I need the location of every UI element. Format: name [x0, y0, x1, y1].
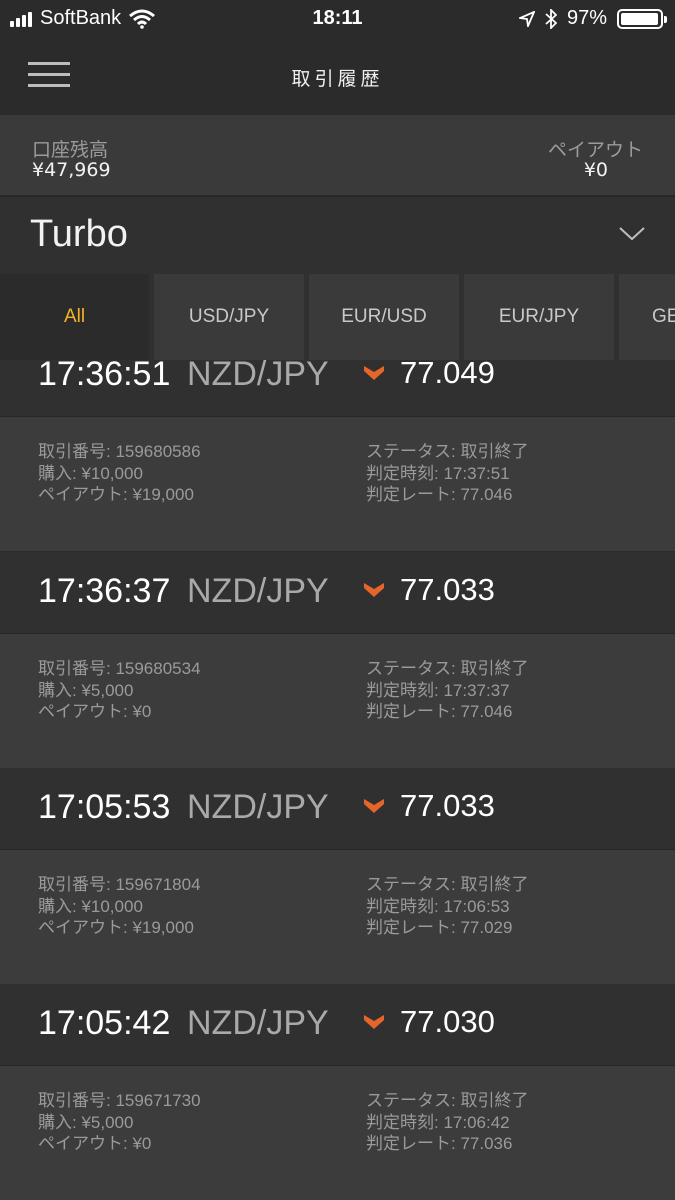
- tab-usd-jpy[interactable]: USD/JPY: [154, 274, 304, 360]
- trade-time: 17:36:51: [38, 360, 171, 393]
- battery-fill: [621, 12, 658, 25]
- payout-label: ペイアウト: [547, 139, 643, 161]
- location-arrow-icon: [518, 10, 535, 27]
- battery-percent: 97%: [566, 7, 607, 29]
- payout-amount: ペイアウト: ¥0: [38, 1134, 152, 1153]
- tab-label: GE: [652, 306, 675, 327]
- trade-summary-row[interactable]: 17:05:53 NZD/JPY 77.033: [0, 768, 675, 850]
- trade-number: 取引番号: 159671804: [38, 875, 201, 894]
- trade-rate: 77.033: [400, 788, 495, 823]
- tab-all[interactable]: All: [0, 274, 149, 360]
- trade-details: 取引番号: 159680534 購入: ¥5,000 ペイアウト: ¥0 ステー…: [0, 634, 675, 768]
- trade-details-left: 取引番号: 159680534 購入: ¥5,000 ペイアウト: ¥0: [38, 658, 201, 723]
- trade-pair: NZD/JPY: [187, 360, 329, 393]
- judge-rate: 判定レート: 77.029: [366, 918, 513, 937]
- purchase-amount: 購入: ¥10,000: [38, 896, 143, 916]
- trade-item: 17:36:51 NZD/JPY 77.049 取引番号: 159680586 …: [0, 360, 675, 551]
- tab-label: All: [63, 306, 86, 327]
- trade-summary-row[interactable]: 17:36:37 NZD/JPY 77.033: [0, 552, 675, 634]
- trade-details: 取引番号: 159680586 購入: ¥10,000 ペイアウト: ¥19,0…: [0, 417, 675, 551]
- trade-number: 取引番号: 159680586: [38, 442, 201, 461]
- page-title: 取引履歴: [291, 68, 384, 90]
- tab-ge[interactable]: GE: [619, 274, 675, 360]
- trade-pair: NZD/JPY: [187, 1004, 329, 1042]
- judge-time: 判定時刻: 17:06:53: [366, 896, 510, 916]
- purchase-amount: 購入: ¥5,000: [38, 680, 134, 700]
- trade-pair: NZD/JPY: [187, 788, 329, 826]
- trade-rate: 77.033: [400, 572, 495, 607]
- judge-time: 判定時刻: 17:06:42: [366, 1112, 510, 1132]
- bluetooth-icon: [545, 8, 557, 29]
- product-selector[interactable]: Turbo: [0, 196, 675, 274]
- balance-value: ¥47,969: [32, 159, 111, 181]
- trade-item: 17:36:37 NZD/JPY 77.033 取引番号: 159680534 …: [0, 552, 675, 768]
- trade-item: 17:05:53 NZD/JPY 77.033 取引番号: 159671804 …: [0, 768, 675, 984]
- trade-pair: NZD/JPY: [187, 572, 329, 610]
- trade-status: ステータス: 取引終了: [366, 1091, 529, 1110]
- trade-details-left: 取引番号: 159671804 購入: ¥10,000 ペイアウト: ¥19,0…: [38, 874, 201, 939]
- tab-label: EUR/JPY: [498, 306, 580, 327]
- balance-label: 口座残高: [32, 139, 109, 161]
- trade-summary-row[interactable]: 17:36:51 NZD/JPY 77.049: [0, 360, 675, 417]
- trade-details: 取引番号: 159671804 購入: ¥10,000 ペイアウト: ¥19,0…: [0, 850, 675, 984]
- trade-rate: 77.030: [400, 1004, 495, 1039]
- trade-details-right: ステータス: 取引終了 判定時刻: 17:06:53 判定レート: 77.029: [366, 874, 528, 939]
- tab-eur-jpy[interactable]: EUR/JPY: [464, 274, 614, 360]
- payout-value: ¥0: [583, 159, 608, 181]
- trade-status: ステータス: 取引終了: [366, 659, 529, 678]
- product-name: Turbo: [30, 213, 128, 255]
- trade-number: 取引番号: 159680534: [38, 659, 201, 678]
- trade-status: ステータス: 取引終了: [366, 442, 529, 461]
- tab-label: EUR/USD: [341, 306, 427, 327]
- status-bar-right: 97%: [518, 7, 667, 30]
- trade-details-left: 取引番号: 159680586 購入: ¥10,000 ペイアウト: ¥19,0…: [38, 441, 201, 506]
- trade-time: 17:05:53: [38, 788, 171, 826]
- purchase-amount: 購入: ¥5,000: [38, 1112, 134, 1132]
- payout-amount: ペイアウト: ¥19,000: [38, 485, 194, 504]
- app-header: 取引履歴: [0, 38, 675, 115]
- judge-time: 判定時刻: 17:37:37: [366, 680, 510, 700]
- judge-time: 判定時刻: 17:37:51: [366, 463, 510, 483]
- down-arrow-icon: [364, 799, 384, 813]
- trade-status: ステータス: 取引終了: [366, 875, 529, 894]
- trade-summary-row[interactable]: 17:05:42 NZD/JPY 77.030: [0, 984, 675, 1066]
- pair-tabs: All USD/JPY EUR/USD EUR/JPY GE: [0, 274, 675, 360]
- trade-item: 17:05:42 NZD/JPY 77.030 取引番号: 159671730 …: [0, 984, 675, 1200]
- trade-details-left: 取引番号: 159671730 購入: ¥5,000 ペイアウト: ¥0: [38, 1090, 201, 1155]
- tab-eur-usd[interactable]: EUR/USD: [309, 274, 459, 360]
- payout-amount: ペイアウト: ¥0: [38, 702, 152, 721]
- down-arrow-icon: [364, 366, 384, 380]
- judge-rate: 判定レート: 77.046: [366, 485, 513, 504]
- trade-rate: 77.049: [400, 360, 495, 390]
- status-bar: SoftBank 18:11 97%: [0, 0, 675, 38]
- tab-label: USD/JPY: [188, 306, 270, 327]
- trade-history-list[interactable]: 17:36:51 NZD/JPY 77.049 取引番号: 159680586 …: [0, 360, 675, 1200]
- trade-details-right: ステータス: 取引終了 判定時刻: 17:37:37 判定レート: 77.046: [366, 658, 528, 723]
- down-arrow-icon: [364, 1015, 384, 1029]
- battery-icon: [617, 8, 667, 29]
- trade-details-right: ステータス: 取引終了 判定時刻: 17:37:51 判定レート: 77.046: [366, 441, 528, 506]
- trade-details-right: ステータス: 取引終了 判定時刻: 17:06:42 判定レート: 77.036: [366, 1090, 528, 1155]
- trade-time: 17:36:37: [38, 572, 171, 610]
- account-summary: 口座残高 ¥47,969 ペイアウト ¥0: [0, 115, 675, 195]
- chevron-down-icon: [619, 227, 645, 241]
- payout-amount: ペイアウト: ¥19,000: [38, 918, 194, 937]
- trade-details: 取引番号: 159671730 購入: ¥5,000 ペイアウト: ¥0 ステー…: [0, 1066, 675, 1200]
- purchase-amount: 購入: ¥10,000: [38, 463, 143, 483]
- trade-number: 取引番号: 159671730: [38, 1091, 201, 1110]
- judge-rate: 判定レート: 77.046: [366, 702, 513, 721]
- judge-rate: 判定レート: 77.036: [366, 1134, 513, 1153]
- down-arrow-icon: [364, 583, 384, 597]
- trade-time: 17:05:42: [38, 1004, 171, 1042]
